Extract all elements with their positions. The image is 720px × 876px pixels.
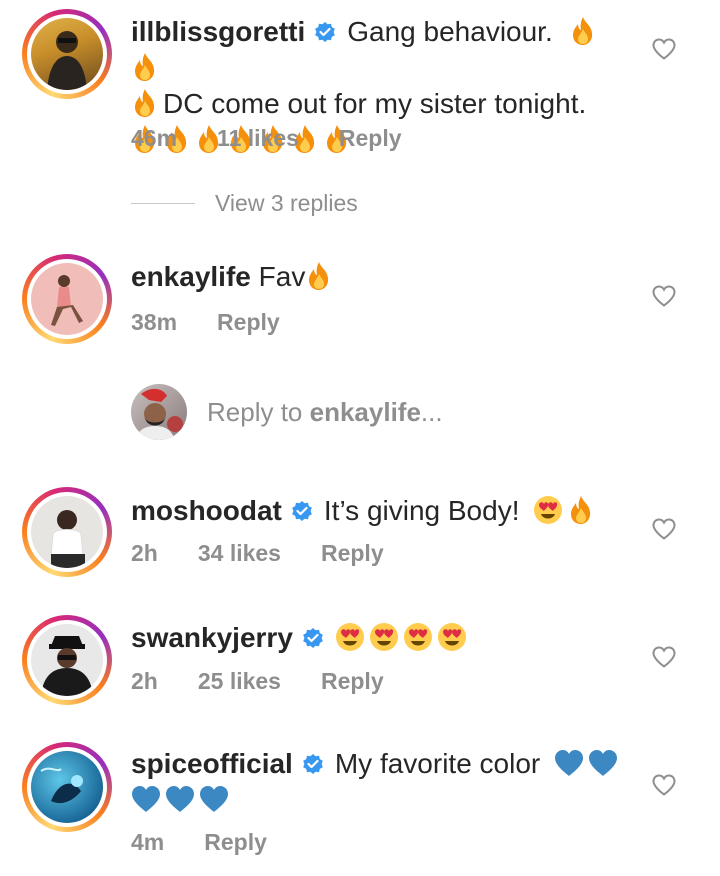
avatar-ring[interactable] xyxy=(22,615,112,705)
fire-emoji xyxy=(131,88,159,118)
verified-badge-icon xyxy=(301,752,325,776)
comment-text: Fav xyxy=(258,261,306,292)
comment-text: Gang behaviour. xyxy=(347,16,553,47)
fire-emoji xyxy=(305,261,333,291)
comment-text: It’s giving Body! xyxy=(323,495,520,526)
heart-eyes-emoji xyxy=(369,622,399,652)
avatar-ring[interactable] xyxy=(22,254,112,344)
reply-ellipsis: ... xyxy=(420,396,443,427)
reply-composer[interactable]: Reply to enkaylife... xyxy=(131,384,443,440)
reply-target: enkaylife xyxy=(309,396,421,427)
avatar xyxy=(31,624,103,696)
likes-count[interactable]: 25 likes xyxy=(198,668,281,695)
reply-button[interactable]: Reply xyxy=(339,125,402,152)
blue-heart-emoji xyxy=(588,748,618,778)
blue-heart-emoji xyxy=(554,748,584,778)
avatar-ring[interactable] xyxy=(22,9,112,99)
current-user-avatar xyxy=(131,384,187,440)
verified-badge-icon xyxy=(290,499,314,523)
comment-time: 4m xyxy=(131,829,165,855)
comment-text: My favorite color xyxy=(334,748,541,779)
heart-eyes-emoji xyxy=(335,622,365,652)
username[interactable]: spiceofficial xyxy=(131,748,293,779)
divider xyxy=(131,203,195,204)
avatar-ring[interactable] xyxy=(22,742,112,832)
fire-emoji xyxy=(569,16,597,46)
avatar-ring[interactable] xyxy=(22,487,112,577)
blue-heart-emoji xyxy=(131,784,161,814)
username[interactable]: moshoodat xyxy=(131,495,282,526)
view-replies-button[interactable]: View 3 replies xyxy=(131,190,358,217)
likes-count[interactable]: 11 likes xyxy=(217,125,299,152)
reply-button[interactable]: Reply xyxy=(204,829,267,856)
fire-emoji xyxy=(567,495,595,525)
reply-prefix: Reply to xyxy=(207,396,303,427)
comment-time: 38m xyxy=(131,309,178,335)
comment-time: 2h xyxy=(131,668,158,694)
verified-badge-icon xyxy=(313,20,337,44)
view-replies-label: View 3 replies xyxy=(215,190,358,216)
likes-count[interactable]: 34 likes xyxy=(198,540,281,567)
heart-outline-icon[interactable] xyxy=(652,285,676,307)
heart-eyes-emoji xyxy=(403,622,433,652)
comment-time: 46m xyxy=(131,125,178,151)
comment-text: DC come out for my sister tonight. xyxy=(163,88,587,119)
blue-heart-emoji xyxy=(165,784,195,814)
reply-button[interactable]: Reply xyxy=(321,540,384,567)
reply-button[interactable]: Reply xyxy=(321,668,384,695)
comment-time: 2h xyxy=(131,540,158,566)
reply-button[interactable]: Reply xyxy=(217,309,280,336)
avatar xyxy=(31,18,103,90)
heart-outline-icon[interactable] xyxy=(652,518,676,540)
heart-outline-icon[interactable] xyxy=(652,38,676,60)
avatar xyxy=(31,263,103,335)
verified-badge-icon xyxy=(301,626,325,650)
username[interactable]: enkaylife xyxy=(131,261,251,292)
blue-heart-emoji xyxy=(199,784,229,814)
heart-eyes-emoji xyxy=(437,622,467,652)
heart-outline-icon[interactable] xyxy=(652,774,676,796)
heart-eyes-emoji xyxy=(533,495,563,525)
avatar xyxy=(31,751,103,823)
username[interactable]: illblissgoretti xyxy=(131,16,305,47)
avatar xyxy=(31,496,103,568)
heart-outline-icon[interactable] xyxy=(652,646,676,668)
fire-emoji xyxy=(131,52,159,82)
username[interactable]: swankyjerry xyxy=(131,622,293,653)
